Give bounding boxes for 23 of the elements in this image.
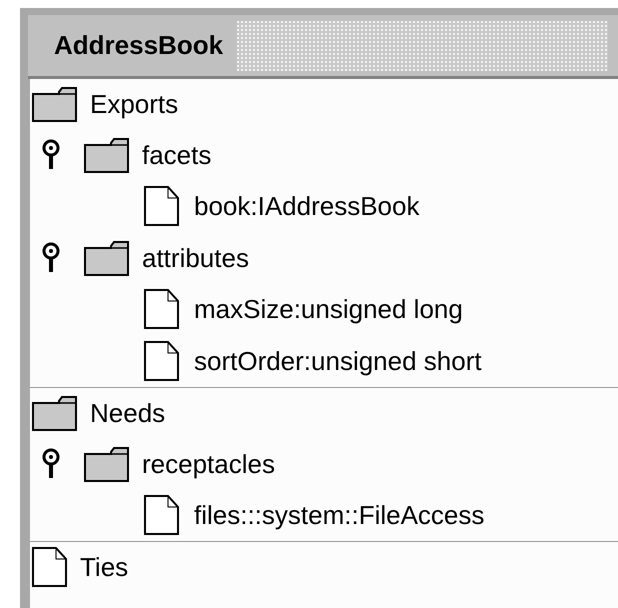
window-title: AddressBook (54, 29, 224, 62)
document-icon (144, 495, 180, 535)
folder-icon (84, 136, 130, 172)
document-icon (144, 289, 180, 329)
expanded-handle-icon[interactable] (42, 138, 60, 170)
folder-icon (84, 446, 130, 482)
folder-icon (84, 240, 130, 276)
tree-item-label: Ties (80, 554, 128, 580)
tree-item-label: Exports (90, 91, 178, 117)
expanded-handle-icon[interactable] (42, 448, 60, 480)
expanded-handle-icon[interactable] (42, 242, 60, 274)
tree-item-label: book:IAddressBook (194, 193, 420, 219)
tree-item-label: receptacles (142, 450, 275, 476)
document-icon (144, 186, 180, 226)
folder-icon (32, 395, 78, 431)
tree-item-label: Needs (90, 400, 166, 426)
tree-item-label: sortOrder:unsigned short (194, 348, 482, 374)
tree-item-label: files:::system::FileAccess (194, 502, 484, 528)
tree-item-label: attributes (142, 244, 249, 270)
folder-icon (32, 86, 78, 122)
document-icon (144, 341, 180, 381)
tree-item-label: facets (142, 142, 212, 168)
tree-item-label: maxSize:unsigned long (194, 296, 463, 322)
